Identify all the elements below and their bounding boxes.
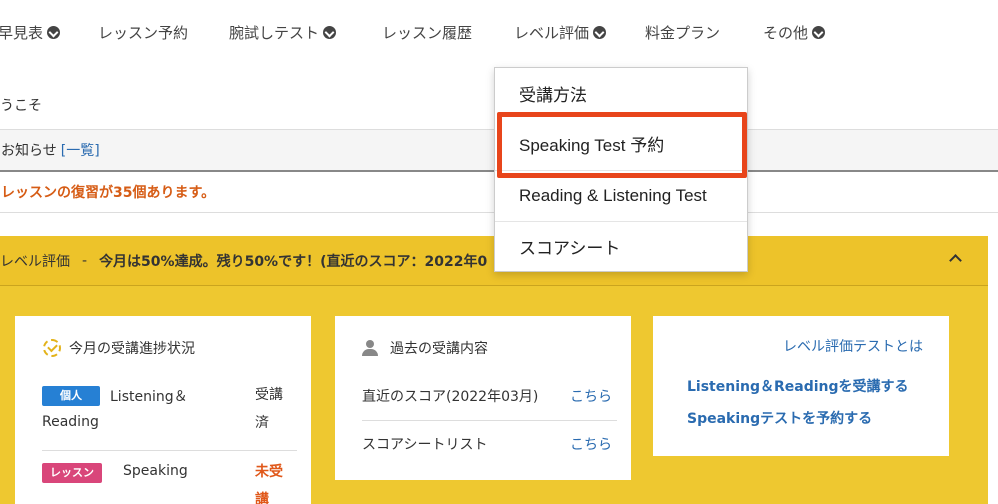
- nav-item-label: レッスン予約: [98, 24, 189, 42]
- nav-item-label: 腕試しテスト: [229, 24, 320, 42]
- take-listening-reading-link[interactable]: Listening＆Readingを受講する: [687, 376, 909, 396]
- nav-item-pricing[interactable]: 料金プラン: [645, 22, 720, 43]
- nav-item-lesson-history[interactable]: レッスン履歴: [382, 22, 472, 43]
- chevron-down-icon: [812, 26, 826, 39]
- history-card: 過去の受講内容 直近のスコア(2022年03月) こちら スコアシートリスト こ…: [335, 316, 631, 480]
- nav-item-level-evaluation[interactable]: レベル評価: [514, 22, 607, 43]
- nav-item-label: 料金プラン: [645, 24, 721, 42]
- history-row-label: 直近のスコア(2022年03月): [362, 389, 539, 405]
- chevron-down-icon: [593, 26, 607, 39]
- menu-item-score-sheet[interactable]: スコアシート: [495, 221, 747, 271]
- history-title-text: 過去の受講内容: [390, 341, 488, 357]
- notice-list-link[interactable]: [一覧]: [61, 140, 100, 160]
- progress-card: 今月の受講進捗状況 個人 Listening＆ Reading 受講済 レッスン…: [15, 316, 311, 504]
- level-links-card: レベル評価テストとは Listening＆Readingを受講する Speaki…: [653, 316, 949, 456]
- progress-card-title: 今月の受講進捗状況: [43, 338, 195, 358]
- welcome-text: うこそ: [0, 98, 42, 114]
- chevron-down-icon: [47, 26, 61, 39]
- history-card-title: 過去の受講内容: [362, 338, 488, 358]
- progress-title-text: 今月の受講進捗状況: [69, 341, 195, 357]
- menu-item-speaking-test-booking[interactable]: Speaking Test 予約: [495, 118, 747, 168]
- nav-item-label: 早見表: [0, 24, 44, 42]
- nav-item-trial-test[interactable]: 腕試しテスト: [229, 22, 337, 43]
- status-not-taken: 未受講: [255, 464, 283, 504]
- nav-item-label: その他: [763, 24, 809, 42]
- notice-title: お知らせ: [1, 143, 57, 159]
- level-evaluation-dropdown: 受講方法 Speaking Test 予約 Reading & Listenin…: [494, 67, 748, 272]
- badge-personal: 個人: [42, 386, 100, 406]
- history-row: 直近のスコア(2022年03月) こちら: [362, 386, 612, 406]
- level-summary: 今月は50%達成。残り50%です！(直近のスコア：2022年0: [99, 253, 488, 270]
- chevron-down-icon: [323, 26, 337, 39]
- badge-lesson: レッスン: [42, 463, 102, 483]
- chevron-up-icon[interactable]: [949, 254, 962, 267]
- book-speaking-test-link[interactable]: Speakingテストを予約する: [687, 408, 872, 428]
- course-name-line1: Listening＆: [110, 389, 188, 405]
- history-row: スコアシートリスト こちら: [362, 434, 612, 454]
- menu-item-how-to-take[interactable]: 受講方法: [495, 68, 747, 118]
- nav-item-label: レベル評価: [514, 24, 590, 42]
- level-evaluation-panel: レベル評価 - 今月は50%達成。残り50%です！(直近のスコア：2022年0 …: [0, 236, 988, 504]
- nav-item-schedule[interactable]: 早見表: [0, 22, 61, 43]
- nav-item-label: レッスン履歴: [382, 24, 473, 42]
- recent-score-link[interactable]: こちら: [570, 386, 612, 406]
- course-name-line2: Reading: [42, 414, 99, 430]
- about-level-test-link[interactable]: レベル評価テストとは: [783, 336, 923, 356]
- person-icon: [362, 340, 378, 356]
- menu-item-reading-listening-test[interactable]: Reading & Listening Test: [495, 170, 747, 220]
- nav-item-others[interactable]: その他: [763, 22, 826, 43]
- level-header-label: レベル評価: [0, 253, 70, 270]
- level-header-separator: -: [82, 252, 88, 269]
- divider: [362, 420, 617, 421]
- course-name-speaking: Speaking: [123, 463, 188, 479]
- history-row-label: スコアシートリスト: [362, 437, 488, 453]
- divider: [42, 450, 297, 451]
- score-sheet-list-link[interactable]: こちら: [570, 434, 612, 454]
- progress-check-icon: [43, 339, 61, 357]
- top-nav: 早見表 レッスン予約 腕試しテスト レッスン履歴 レベル評価 料金プラン その他: [0, 0, 998, 66]
- status-completed: 受講済: [255, 387, 283, 431]
- nav-item-lesson-booking[interactable]: レッスン予約: [98, 22, 188, 43]
